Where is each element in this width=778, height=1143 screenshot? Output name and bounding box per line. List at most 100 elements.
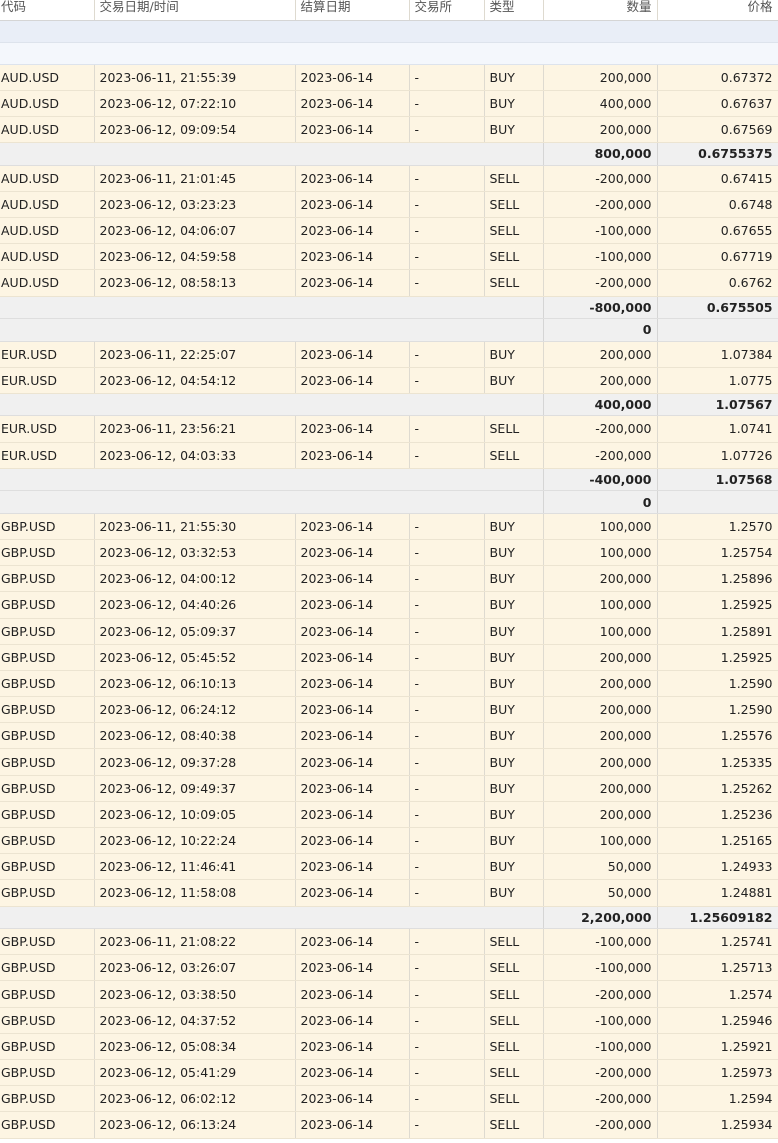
table-row[interactable]: GBP.USD 2023-06-11, 21:55:30 2023-06-14- BU…	[0, 513, 778, 540]
table-row[interactable]: GBP.USD 2023-06-12, 03:26:07 2023-06-14- SE…	[0, 954, 778, 982]
table-header-row: 代码 交易日期/时间 结算日期 交易所 类型 数量 价格	[0, 0, 778, 21]
cell-exchange: -	[409, 827, 485, 855]
net-blank-cell	[0, 318, 543, 342]
cell-exchange: -	[409, 1085, 485, 1113]
cell-symbol: AUD.USD	[0, 64, 95, 91]
table-row[interactable]: GBP.USD 2023-06-12, 09:49:37 2023-06-14- BU…	[0, 775, 778, 802]
net-quantity: 0	[542, 318, 658, 342]
col-header-type[interactable]: 类型	[484, 0, 544, 21]
table-row[interactable]: EUR.USD 2023-06-11, 23:56:21 2023-06-14- SE…	[0, 415, 778, 443]
cell-symbol: GBP.USD	[0, 1033, 95, 1061]
cell-symbol: GBP.USD	[0, 928, 95, 956]
table-row[interactable]: AUD.USD 2023-06-11, 21:55:39 2023-06-14- BU…	[0, 64, 778, 91]
cell-type: SELL	[484, 415, 544, 443]
col-header-settle-date[interactable]: 结算日期	[295, 0, 410, 21]
col-header-symbol[interactable]: 代码	[0, 0, 95, 21]
table-row[interactable]: GBP.USD 2023-06-12, 05:08:34 2023-06-14- SE…	[0, 1033, 778, 1061]
cell-quantity: -200,000	[543, 1059, 658, 1087]
cell-datetime: 2023-06-12, 03:32:53	[94, 539, 296, 567]
cell-settle-date: 2023-06-14	[295, 565, 410, 593]
cell-symbol: GBP.USD	[0, 1059, 95, 1087]
cell-settle-date: 2023-06-14	[295, 341, 410, 368]
cell-exchange: -	[409, 64, 485, 91]
cell-type: BUY	[484, 565, 544, 593]
cell-settle-date: 2023-06-14	[295, 928, 410, 956]
cell-price: 1.25236	[657, 801, 778, 829]
cell-settle-date: 2023-06-14	[295, 879, 410, 907]
table-row[interactable]: EUR.USD 2023-06-11, 22:25:07 2023-06-14- BU…	[0, 341, 778, 368]
table-row[interactable]: GBP.USD 2023-06-12, 04:40:26 2023-06-14- BU…	[0, 591, 778, 619]
table-row[interactable]: GBP.USD 2023-06-12, 03:38:50 2023-06-14- SE…	[0, 980, 778, 1008]
table-row[interactable]: GBP.USD 2023-06-12, 05:41:29 2023-06-14- SE…	[0, 1059, 778, 1087]
table-row[interactable]: GBP.USD 2023-06-12, 10:22:24 2023-06-14- BU…	[0, 827, 778, 855]
cell-exchange: -	[409, 696, 485, 724]
cell-datetime: 2023-06-12, 04:37:52	[94, 1007, 296, 1034]
cell-type: SELL	[484, 442, 544, 469]
cell-quantity: 200,000	[543, 722, 658, 750]
cell-quantity: 200,000	[543, 565, 658, 593]
cell-type: SELL	[484, 243, 544, 271]
subtotal-quantity: 2,200,000	[542, 906, 658, 930]
cell-settle-date: 2023-06-14	[295, 670, 410, 698]
table-row[interactable]: AUD.USD 2023-06-12, 04:06:07 2023-06-14- SE…	[0, 217, 778, 245]
table-row[interactable]: GBP.USD 2023-06-12, 11:46:41 2023-06-14- BU…	[0, 853, 778, 881]
cell-price: 1.25891	[657, 618, 778, 645]
table-row[interactable]: GBP.USD 2023-06-12, 06:02:12 2023-06-14- SE…	[0, 1085, 778, 1113]
cell-datetime: 2023-06-12, 06:02:12	[94, 1085, 296, 1113]
cell-quantity: -200,000	[543, 415, 658, 443]
table-row[interactable]: GBP.USD 2023-06-12, 10:09:05 2023-06-14- BU…	[0, 801, 778, 829]
cell-exchange: -	[409, 1059, 485, 1087]
cell-settle-date: 2023-06-14	[295, 90, 410, 117]
table-row[interactable]: GBP.USD 2023-06-12, 04:00:12 2023-06-14- BU…	[0, 565, 778, 593]
subtotal-row: -400,000 1.07568	[0, 468, 778, 492]
cell-type: BUY	[484, 64, 544, 91]
table-row[interactable]: GBP.USD 2023-06-12, 05:09:37 2023-06-14- BU…	[0, 618, 778, 645]
spacer-cell	[0, 20, 778, 43]
cell-type: BUY	[484, 670, 544, 698]
table-row[interactable]: AUD.USD 2023-06-12, 03:23:23 2023-06-14- SE…	[0, 191, 778, 218]
cell-settle-date: 2023-06-14	[295, 269, 410, 297]
table-row[interactable]: GBP.USD 2023-06-12, 03:32:53 2023-06-14- BU…	[0, 539, 778, 567]
table-row[interactable]: EUR.USD 2023-06-12, 04:03:33 2023-06-14- SE…	[0, 442, 778, 469]
cell-datetime: 2023-06-12, 03:38:50	[94, 980, 296, 1008]
cell-symbol: GBP.USD	[0, 1085, 95, 1113]
table-row[interactable]: GBP.USD 2023-06-12, 11:58:08 2023-06-14- BU…	[0, 879, 778, 907]
table-row[interactable]: AUD.USD 2023-06-11, 21:01:45 2023-06-14- SE…	[0, 165, 778, 192]
table-row[interactable]: EUR.USD 2023-06-12, 04:54:12 2023-06-14- BU…	[0, 367, 778, 394]
table-row[interactable]: GBP.USD 2023-06-11, 21:08:22 2023-06-14- SE…	[0, 928, 778, 956]
table-row[interactable]: GBP.USD 2023-06-12, 04:37:52 2023-06-14- SE…	[0, 1007, 778, 1034]
cell-type: BUY	[484, 341, 544, 368]
cell-exchange: -	[409, 1007, 485, 1034]
col-header-quantity[interactable]: 数量	[543, 0, 658, 21]
cell-price: 1.25896	[657, 565, 778, 593]
cell-exchange: -	[409, 644, 485, 671]
table-row[interactable]: GBP.USD 2023-06-12, 06:24:12 2023-06-14- BU…	[0, 696, 778, 724]
col-header-price[interactable]: 价格	[657, 0, 778, 21]
col-header-exchange[interactable]: 交易所	[409, 0, 485, 21]
table-row[interactable]: GBP.USD 2023-06-12, 05:45:52 2023-06-14- BU…	[0, 644, 778, 671]
cell-exchange: -	[409, 618, 485, 645]
table-row[interactable]: AUD.USD 2023-06-12, 07:22:10 2023-06-14- BU…	[0, 90, 778, 117]
table-row[interactable]: AUD.USD 2023-06-12, 09:09:54 2023-06-14- BU…	[0, 116, 778, 144]
col-header-datetime[interactable]: 交易日期/时间	[94, 0, 296, 21]
table-row[interactable]: AUD.USD 2023-06-12, 04:59:58 2023-06-14- SE…	[0, 243, 778, 271]
cell-type: SELL	[484, 269, 544, 297]
cell-quantity: 100,000	[543, 513, 658, 540]
cell-symbol: EUR.USD	[0, 341, 95, 368]
cell-exchange: -	[409, 775, 485, 802]
net-position-row: 0	[0, 490, 778, 514]
cell-exchange: -	[409, 565, 485, 593]
table-row[interactable]: AUD.USD 2023-06-12, 08:58:13 2023-06-14- SE…	[0, 269, 778, 297]
cell-quantity: 200,000	[543, 748, 658, 776]
table-row[interactable]: GBP.USD 2023-06-12, 08:40:38 2023-06-14- BU…	[0, 722, 778, 750]
cell-settle-date: 2023-06-14	[295, 1111, 410, 1139]
subtotal-blank-cell	[0, 468, 543, 492]
table-row[interactable]: GBP.USD 2023-06-12, 06:13:24 2023-06-14- SE…	[0, 1111, 778, 1139]
cell-settle-date: 2023-06-14	[295, 980, 410, 1008]
cell-price: 0.67569	[657, 116, 778, 144]
cell-datetime: 2023-06-12, 05:08:34	[94, 1033, 296, 1061]
cell-quantity: 100,000	[543, 591, 658, 619]
table-row[interactable]: GBP.USD 2023-06-12, 09:37:28 2023-06-14- BU…	[0, 748, 778, 776]
cell-symbol: EUR.USD	[0, 415, 95, 443]
table-row[interactable]: GBP.USD 2023-06-12, 06:10:13 2023-06-14- BU…	[0, 670, 778, 698]
